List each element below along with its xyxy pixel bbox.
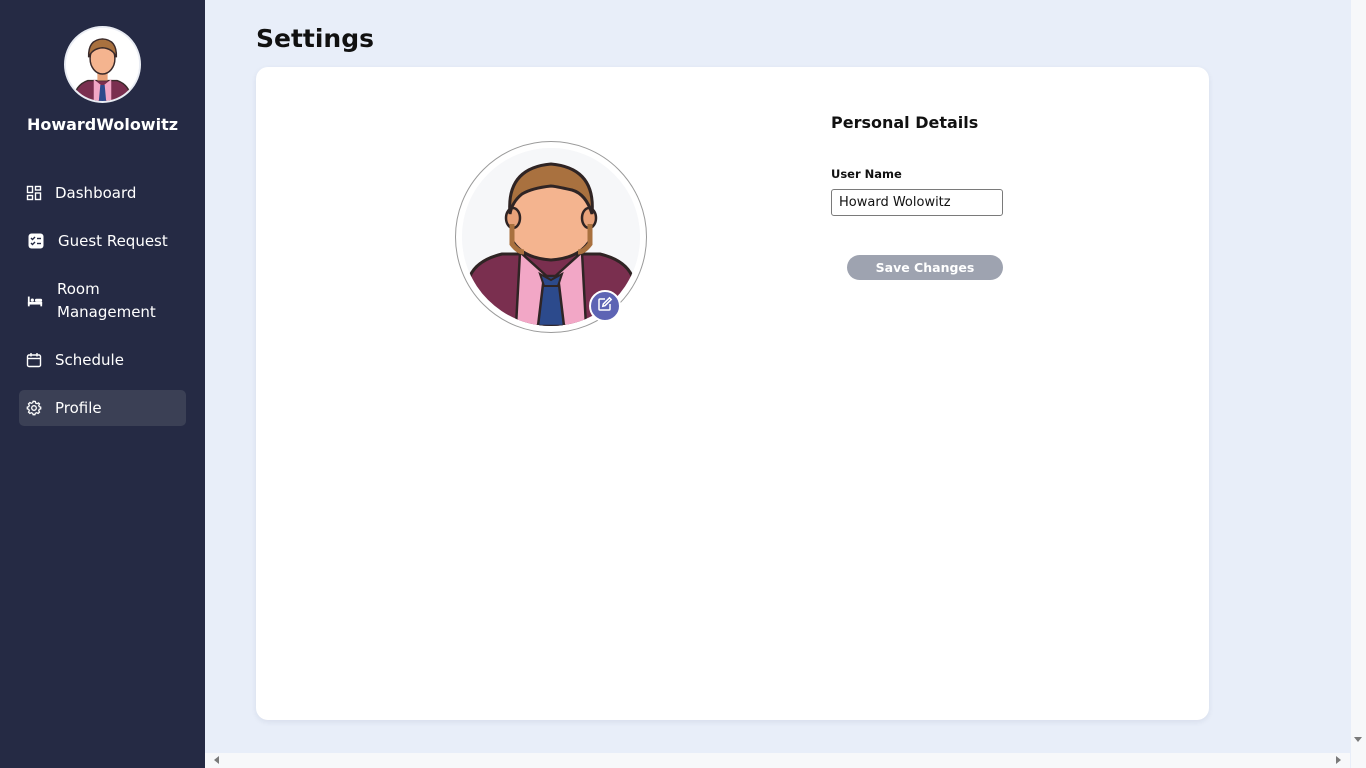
scroll-down-icon[interactable] <box>1354 737 1362 742</box>
sidebar-user-name: HowardWolowitz <box>26 115 179 134</box>
edit-avatar-button[interactable] <box>589 290 621 322</box>
sidebar-item-label-line1: Room <box>57 280 100 298</box>
scroll-right-icon[interactable] <box>1336 756 1341 764</box>
sidebar-item-room-management[interactable]: Room Management <box>19 277 186 325</box>
sidebar-item-schedule[interactable]: Schedule <box>19 342 186 378</box>
sidebar-item-label: Schedule <box>55 351 124 369</box>
sidebar-item-label: Dashboard <box>55 184 137 202</box>
sidebar-item-label: Room Management <box>57 278 156 324</box>
sidebar-item-guest-request[interactable]: Guest Request <box>19 223 186 259</box>
page-title: Settings <box>256 24 375 53</box>
calendar-icon <box>26 352 42 368</box>
personal-details-heading: Personal Details <box>831 113 979 132</box>
sidebar-item-profile[interactable]: Profile <box>19 390 186 426</box>
user-name-label: User Name <box>831 167 902 181</box>
sidebar-item-label: Profile <box>55 399 102 417</box>
dashboard-icon <box>26 185 42 201</box>
settings-card <box>256 67 1209 720</box>
checklist-icon <box>28 233 44 249</box>
user-name-input[interactable] <box>831 189 1003 216</box>
vertical-scrollbar[interactable] <box>1351 0 1366 768</box>
save-changes-button[interactable]: Save Changes <box>847 255 1003 280</box>
horizontal-scrollbar[interactable] <box>205 753 1350 768</box>
sidebar-item-label-line2: Management <box>57 303 156 321</box>
scroll-left-icon[interactable] <box>214 756 219 764</box>
bed-icon <box>27 293 43 309</box>
sidebar-item-label: Guest Request <box>58 232 168 250</box>
gear-icon <box>26 400 42 416</box>
user-avatar-icon[interactable] <box>64 26 141 103</box>
sidebar: HowardWolowitz Dashboard Guest Request R… <box>0 0 205 768</box>
edit-pencil-icon <box>597 296 613 316</box>
sidebar-item-dashboard[interactable]: Dashboard <box>19 175 186 211</box>
